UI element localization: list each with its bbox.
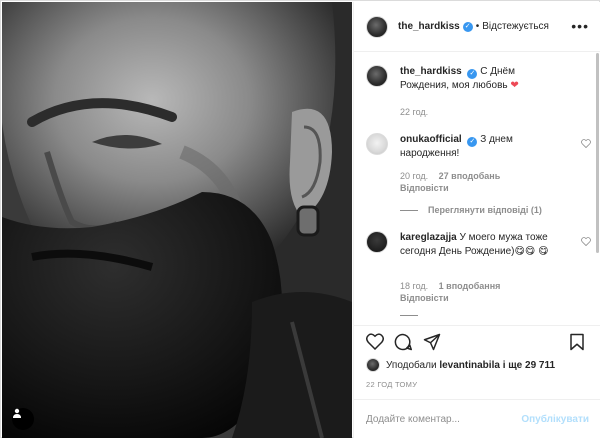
post-modal: the_hardkiss ✓ • Відстежується ••• the_h…	[0, 0, 600, 438]
like-button[interactable]	[366, 333, 384, 353]
likes-others-count[interactable]: і ще 29 711	[503, 360, 555, 371]
share-button[interactable]	[423, 333, 441, 354]
liker-avatar[interactable]	[366, 358, 380, 372]
reply-button[interactable]: Відповісти	[400, 293, 449, 303]
commenter-avatar[interactable]	[366, 231, 388, 253]
comment-like-button[interactable]	[581, 237, 591, 249]
comment-text-block: onukaofficial ✓ З днем народження!	[400, 133, 565, 161]
comment-meta: 20 год. 27 вподобань	[400, 171, 500, 181]
caption-username[interactable]: the_hardkiss	[400, 66, 462, 77]
comment-text-block: kareglazajja У моего мужа тоже сегодня Д…	[400, 231, 565, 259]
view-replies-label: Переглянути відповіді (1)	[428, 205, 542, 215]
save-button[interactable]	[569, 333, 585, 354]
action-bar	[354, 325, 600, 357]
caption-author-avatar[interactable]	[366, 65, 388, 87]
heart-icon	[366, 333, 384, 351]
comment-like-button[interactable]	[581, 139, 591, 151]
comments-scrollbar[interactable]	[595, 53, 600, 325]
comment-time[interactable]: 18 год.	[400, 281, 428, 291]
person-icon	[13, 408, 21, 418]
likes-summary: Уподобали levantinabila і ще 29 711	[366, 358, 555, 372]
emoji-group: 😋😋 😋	[514, 246, 549, 257]
following-status-button[interactable]: Відстежується	[482, 21, 549, 32]
comments-list: the_hardkiss ✓ С Днём Рождения, моя любо…	[354, 53, 600, 325]
verified-badge-icon: ✓	[467, 137, 478, 147]
caption-time[interactable]: 22 год.	[400, 107, 428, 117]
comment-likes-count[interactable]: 27 вподобань	[439, 171, 501, 181]
scrollbar-thumb[interactable]	[596, 53, 599, 253]
author-username[interactable]: the_hardkiss	[398, 21, 460, 32]
commenter-avatar[interactable]	[366, 133, 388, 155]
bearded-man-portrait-image	[2, 2, 352, 438]
comment-meta: 18 год. 1 вподобання	[400, 281, 500, 291]
comment-time[interactable]: 20 год.	[400, 171, 428, 181]
comment-username[interactable]: onukaofficial	[400, 134, 462, 145]
post-timestamp[interactable]: 22 ГОД ТОМУ	[366, 380, 417, 389]
author-avatar[interactable]	[366, 15, 388, 38]
heart-emoji: ❤	[510, 80, 519, 91]
comment-input[interactable]	[366, 413, 522, 425]
comment-likes-count[interactable]: 1 вподобання	[439, 281, 501, 291]
bookmark-icon	[570, 333, 584, 351]
post-header: the_hardkiss ✓ • Відстежується •••	[354, 2, 600, 52]
paper-plane-icon	[423, 333, 441, 351]
more-options-icon[interactable]: •••	[571, 18, 589, 34]
reply-button[interactable]: Відповісти	[400, 183, 449, 193]
post-photo[interactable]	[2, 2, 352, 438]
heart-outline-icon	[581, 139, 591, 149]
verified-badge-icon: ✓	[467, 69, 478, 79]
liker-username[interactable]: levantinabila	[439, 360, 500, 371]
view-replies-line-only	[400, 315, 428, 316]
comment-bubble-icon	[394, 333, 412, 351]
comment-button[interactable]	[394, 333, 412, 354]
add-comment-form: Опублікувати	[354, 399, 600, 438]
comment-username[interactable]: kareglazajja	[400, 232, 457, 243]
post-comment-button[interactable]: Опублікувати	[521, 414, 589, 425]
tagged-user-button[interactable]	[12, 408, 34, 430]
verified-badge-icon: ✓	[462, 21, 473, 32]
heart-outline-icon	[581, 237, 591, 247]
view-replies-line	[400, 315, 418, 316]
view-replies-button[interactable]: Переглянути відповіді (1)	[400, 205, 542, 215]
separator-dot: •	[475, 21, 480, 32]
likes-prefix: Уподобали	[386, 359, 437, 371]
view-replies-line	[400, 209, 418, 211]
caption-text-block: the_hardkiss ✓ С Днём Рождения, моя любо…	[400, 65, 565, 93]
post-side-panel: the_hardkiss ✓ • Відстежується ••• the_h…	[353, 2, 600, 438]
